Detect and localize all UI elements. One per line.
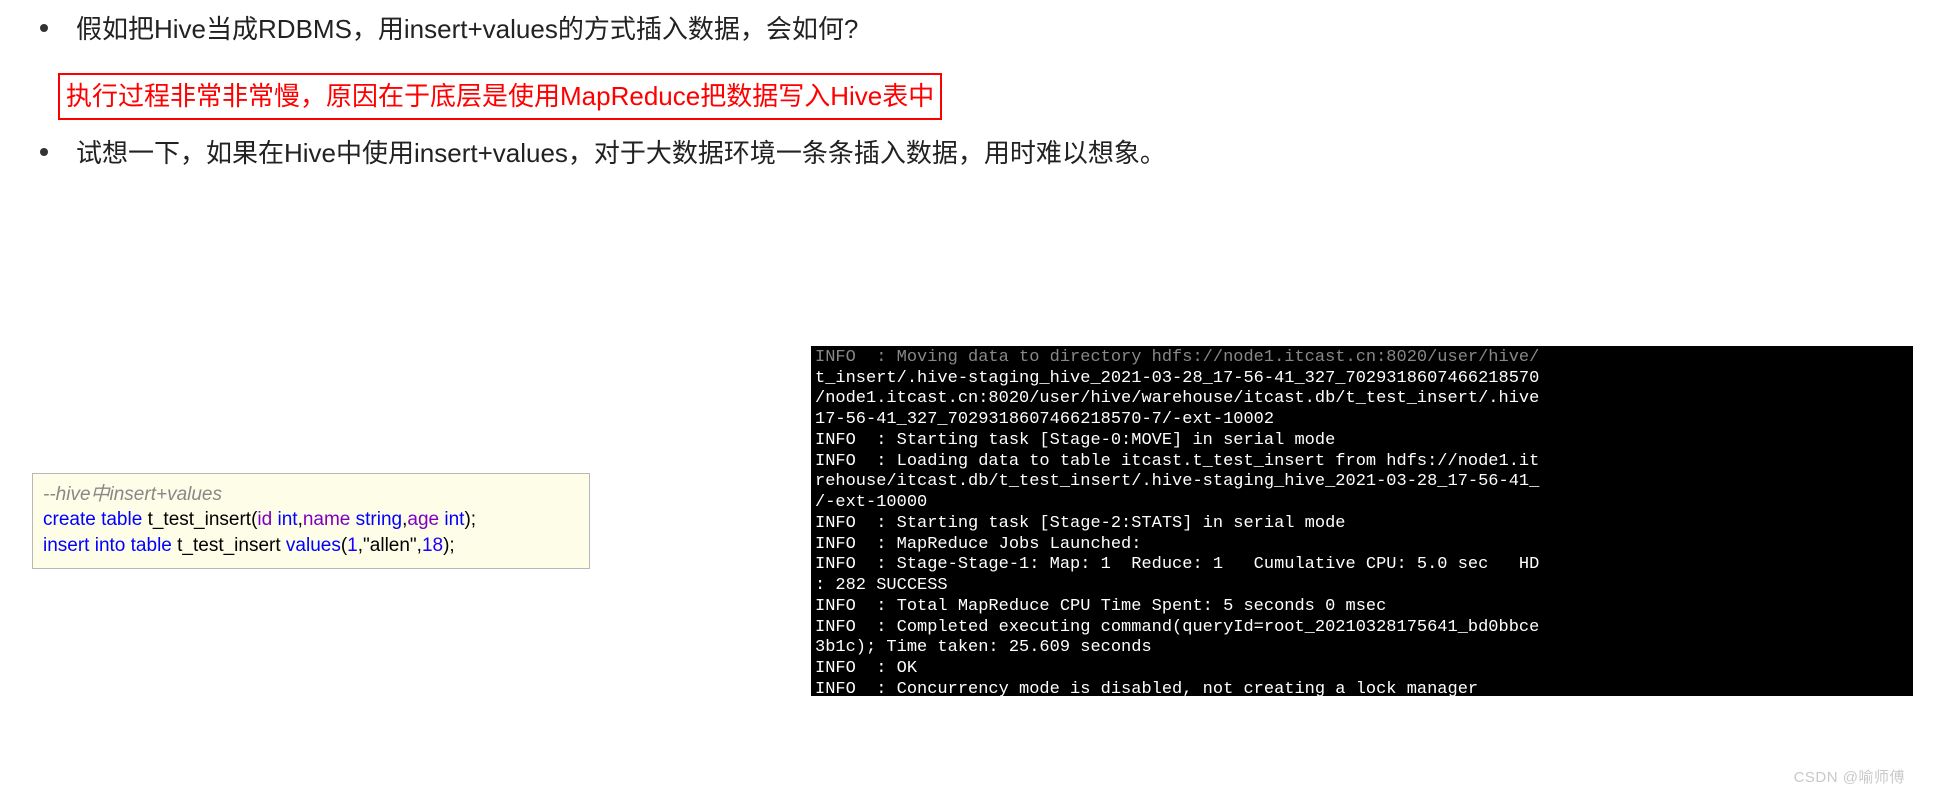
terminal-line: INFO : Moving data to directory hdfs://n…: [815, 348, 1539, 367]
code-string: "allen": [363, 535, 417, 556]
bullet-dot-icon: [40, 148, 48, 156]
terminal-line: INFO : Starting task [Stage-0:MOVE] in s…: [815, 431, 1335, 450]
code-number: 1: [347, 535, 358, 556]
code-keyword: values: [286, 535, 341, 556]
terminal-line: INFO : Total MapReduce CPU Time Spent: 5…: [815, 597, 1386, 616]
bullet-item-2: 试想一下，如果在Hive中使用insert+values，对于大数据环境一条条插…: [40, 134, 1905, 173]
code-line-comment: --hive中insert+values: [43, 482, 579, 508]
code-col: age: [407, 509, 444, 530]
terminal-line: /-ext-10000: [815, 493, 927, 512]
terminal-line: INFO : Loading data to table itcast.t_te…: [815, 452, 1539, 471]
terminal-line: 17-56-41_327_7029318607466218570-7/-ext-…: [815, 410, 1274, 429]
code-type: string: [356, 509, 402, 530]
terminal-line: rehouse/itcast.db/t_test_insert/.hive-st…: [815, 472, 1539, 491]
terminal-output: INFO : Moving data to directory hdfs://n…: [811, 346, 1913, 696]
code-keyword: create table: [43, 509, 142, 530]
code-end: );: [464, 509, 476, 530]
lower-region: --hive中insert+values create table t_test…: [0, 281, 1945, 801]
code-type: int: [277, 509, 297, 530]
bullet-dot-icon: [40, 24, 48, 32]
terminal-line: t_insert/.hive-staging_hive_2021-03-28_1…: [815, 369, 1539, 388]
sql-code-box: --hive中insert+values create table t_test…: [32, 473, 590, 570]
code-line-1: create table t_test_insert(id int,name s…: [43, 507, 579, 533]
code-number: 18: [422, 535, 443, 556]
terminal-line: INFO : Starting task [Stage-2:STATS] in …: [815, 514, 1346, 533]
bullet-text-2: 试想一下，如果在Hive中使用insert+values，对于大数据环境一条条插…: [76, 134, 1166, 173]
bullet-list: 假如把Hive当成RDBMS，用insert+values的方式插入数据，会如何…: [0, 0, 1945, 173]
code-ident: t_test_insert(: [142, 509, 257, 530]
code-ident: t_test_insert: [172, 535, 286, 556]
bullet-item-1: 假如把Hive当成RDBMS，用insert+values的方式插入数据，会如何…: [40, 10, 1905, 49]
code-end: );: [443, 535, 455, 556]
terminal-line: 3b1c); Time taken: 25.609 seconds: [815, 638, 1152, 657]
code-keyword: insert into table: [43, 535, 172, 556]
code-line-2: insert into table t_test_insert values(1…: [43, 533, 579, 559]
code-col: name: [303, 509, 356, 530]
terminal-line: INFO : MapReduce Jobs Launched:: [815, 535, 1141, 554]
watermark: CSDN @喻师傅: [1794, 766, 1905, 787]
terminal-line: /node1.itcast.cn:8020/user/hive/warehous…: [815, 389, 1539, 408]
highlight-box: 执行过程非常非常慢，原因在于底层是使用MapReduce把数据写入Hive表中: [58, 73, 942, 120]
terminal-line: INFO : Concurrency mode is disabled, not…: [815, 680, 1478, 696]
bullet-text-1: 假如把Hive当成RDBMS，用insert+values的方式插入数据，会如何…: [76, 10, 858, 49]
code-col: id: [257, 509, 277, 530]
terminal-line: INFO : Completed executing command(query…: [815, 618, 1539, 637]
terminal-line: : 282 SUCCESS: [815, 576, 948, 595]
terminal-line: INFO : OK: [815, 659, 917, 678]
terminal-line: INFO : Stage-Stage-1: Map: 1 Reduce: 1 C…: [815, 555, 1539, 574]
code-type: int: [444, 509, 464, 530]
code-comment: --hive中insert+values: [43, 484, 222, 505]
